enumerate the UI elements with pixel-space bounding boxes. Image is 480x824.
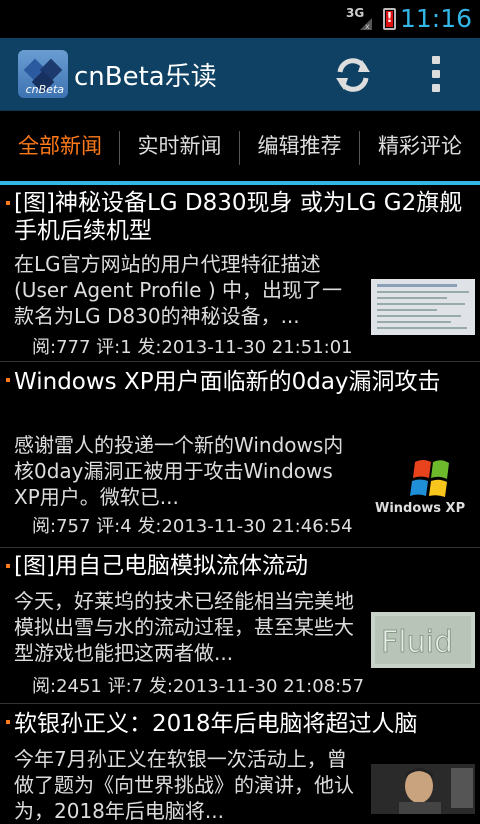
battery-alert-icon: !: [386, 11, 393, 27]
news-meta: 阅:757 评:4 发:2013-11-30 21:46:54: [32, 516, 353, 537]
news-summary: 感谢雷人的投递一个新的Windows内核0day漏洞正被用于攻击Windows …: [14, 433, 344, 509]
tab-editor-picks[interactable]: 编辑推荐: [240, 111, 359, 181]
news-summary: 在LG官方网站的用户代理特征描述(User Agent Profile ) 中，…: [14, 252, 343, 328]
app-logo-icon[interactable]: cnBeta: [18, 50, 68, 98]
tab-bar: 全部新闻 实时新闻 编辑推荐 精彩评论: [0, 111, 480, 185]
person-photo-thumbnail-icon: [371, 764, 475, 814]
tab-realtime-news[interactable]: 实时新闻: [120, 111, 239, 181]
news-title: Windows XP用户面临新的0day漏洞攻击: [14, 369, 441, 395]
fluid-thumbnail-icon: Fluid: [371, 612, 475, 668]
app-bar: cnBeta cnBeta乐读: [0, 38, 480, 111]
logo-text: cnBeta: [25, 83, 64, 96]
status-bar: 3G x ! 11:16: [0, 0, 480, 38]
news-summary: 今天，好莱坞的技术已经能相当完美地模拟出雪与水的流动过程，甚至某些大型游戏也能把…: [14, 589, 354, 665]
bullet-icon: [6, 564, 10, 568]
bullet-icon: [6, 378, 10, 382]
fluid-text: Fluid: [381, 625, 453, 660]
news-item[interactable]: 软银孙正义：2018年后电脑将超过人脑 今年7月孙正义在软银一次活动上，曾做了题…: [0, 704, 480, 823]
news-item[interactable]: [图]神秘设备LG D830现身 或为LG G2旗舰手机后续机型 在LG官方网站…: [0, 185, 480, 362]
news-list: [图]神秘设备LG D830现身 或为LG G2旗舰手机后续机型 在LG官方网站…: [0, 185, 480, 823]
tab-hot-comments[interactable]: 精彩评论: [360, 111, 480, 181]
news-meta: 阅:777 评:1 发:2013-11-30 21:51:01: [32, 337, 353, 358]
news-title: [图]用自己电脑模拟流体流动: [14, 553, 308, 579]
windows-xp-text: Windows XP: [375, 501, 465, 516]
news-item[interactable]: Windows XP用户面临新的0day漏洞攻击 感谢雷人的投递一个新的Wind…: [0, 362, 480, 548]
news-item[interactable]: [图]用自己电脑模拟流体流动 今天，好莱坞的技术已经能相当完美地模拟出雪与水的流…: [0, 548, 480, 704]
clock: 11:16: [399, 4, 472, 33]
news-summary: 今年7月孙正义在软银一次活动上，曾做了题为《向世界挑战》的演讲，他认为，2018…: [14, 747, 354, 823]
windows-xp-logo-icon: Windows XP: [371, 454, 475, 516]
bullet-icon: [6, 201, 10, 205]
battery-icon: !: [383, 8, 396, 30]
refresh-icon[interactable]: [332, 54, 374, 96]
news-title: 软银孙正义：2018年后电脑将超过人脑: [14, 711, 418, 737]
news-meta: 阅:2451 评:7 发:2013-11-30 21:08:57: [32, 676, 365, 697]
tab-all-news[interactable]: 全部新闻: [0, 111, 120, 181]
svg-text:x: x: [365, 22, 370, 30]
signal-icon: x: [360, 18, 372, 30]
screenshot-thumbnail-icon: [371, 279, 475, 335]
app-title: cnBeta乐读: [74, 62, 217, 92]
news-title: [图]神秘设备LG D830现身 或为LG G2旗舰手机后续机型: [14, 190, 463, 244]
overflow-menu-icon[interactable]: [428, 56, 444, 96]
bullet-icon: [6, 720, 10, 724]
